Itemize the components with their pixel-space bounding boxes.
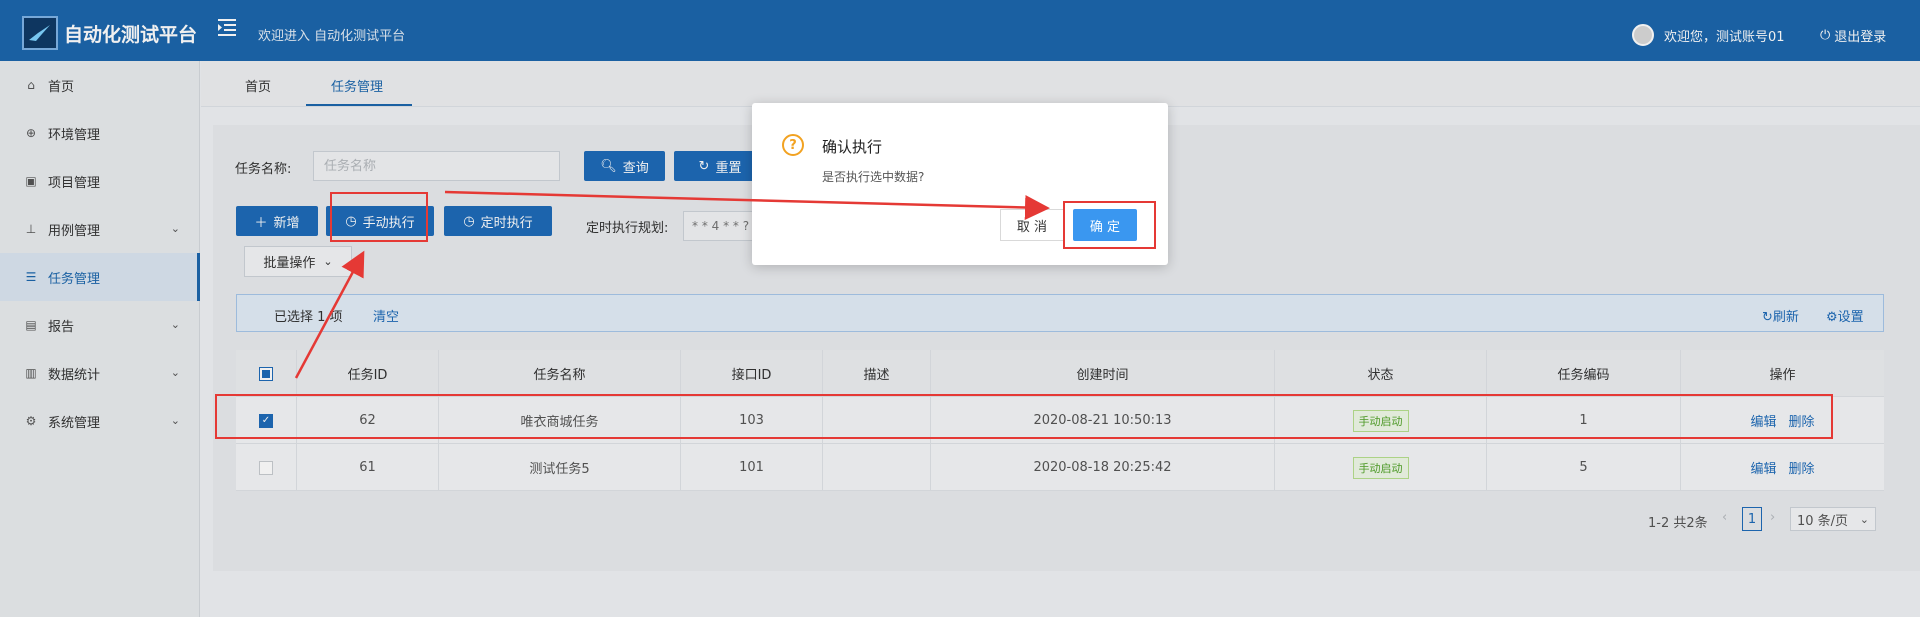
dialog-title: 确认执行 [822, 138, 883, 156]
cancel-button[interactable]: 取 消 [1000, 209, 1064, 241]
modal-overlay [0, 0, 1920, 617]
annotation-box-confirm [1063, 201, 1156, 249]
question-icon: ? [782, 134, 804, 156]
annotation-box-manual-run [330, 192, 428, 242]
dialog-message: 是否执行选中数据? [822, 170, 925, 184]
annotation-box-selected-row [215, 394, 1833, 439]
